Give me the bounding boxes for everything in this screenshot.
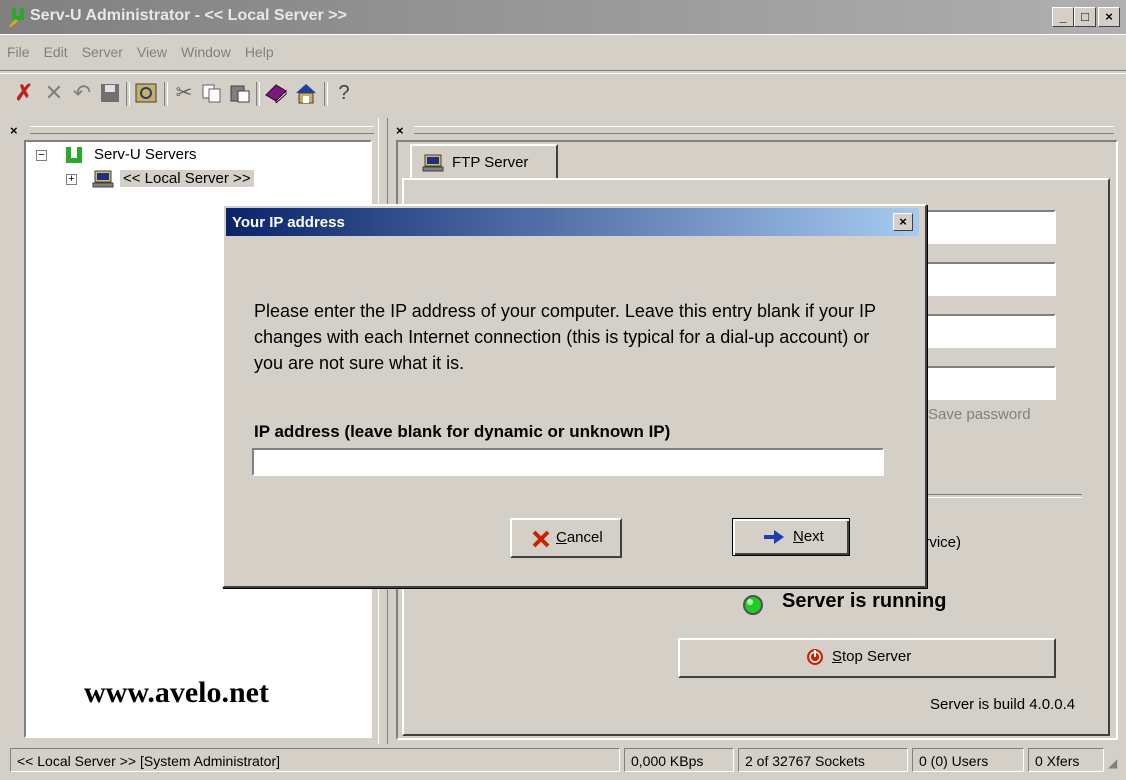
tree-collapse-toggle[interactable]: − [36,150,47,161]
menu-divider [0,70,1126,74]
ip-address-input[interactable] [252,448,884,476]
servu-logo-icon [66,147,82,163]
stop-server-icon [807,649,823,665]
copy-icon[interactable] [200,80,224,106]
window-title: Serv-U Administrator - << Local Server >… [30,7,347,24]
settings-field-2[interactable] [922,262,1056,296]
refresh-icon[interactable] [134,80,158,106]
divider [922,494,1082,498]
title-bar: Serv-U Administrator - << Local Server >… [0,0,1126,35]
status-context: << Local Server >> [System Administrator… [10,748,620,772]
tree-root-label[interactable]: Serv-U Servers [94,146,197,163]
menu-view[interactable]: View [130,44,174,60]
cancel-button[interactable]: Cancel [510,518,622,558]
maximize-button[interactable]: □ [1074,7,1096,27]
settings-field-3[interactable] [922,314,1056,348]
servu-app-icon [9,8,24,27]
dialog-close-button[interactable]: × [893,213,913,231]
save-icon[interactable] [98,80,122,106]
next-button[interactable]: Next [732,518,850,556]
right-pane-close-icon[interactable]: × [396,122,404,138]
menu-server[interactable]: Server [75,44,130,60]
right-pane-header [414,126,1114,134]
next-accel: N [793,528,804,545]
tab-ftp-server-label: FTP Server [452,154,529,171]
menu-bar: File Edit Server View Window Help [0,44,281,66]
local-server-icon [92,170,114,188]
server-status-text: Server is running [782,590,947,612]
tree-local-server-label[interactable]: << Local Server >> [120,170,254,187]
paste-icon[interactable] [228,80,252,106]
next-arrow-icon [764,530,784,544]
left-pane-close-icon[interactable]: × [10,122,18,138]
status-users: 0 (0) Users [912,748,1024,772]
stop-server-accel: S [832,648,843,665]
settings-field-1[interactable] [922,210,1056,244]
dialog-title-bar: Your IP address × [226,208,919,236]
ip-address-dialog: Your IP address × Please enter the IP ad… [222,204,927,588]
watermark-text: www.avelo.net [84,676,269,709]
cancel-label: ancel [566,529,603,546]
settings-field-4[interactable] [922,366,1056,400]
cut-icon[interactable]: ✂ [172,80,196,106]
help-icon[interactable]: ? [332,80,356,106]
book-icon[interactable] [264,80,288,106]
menu-edit[interactable]: Edit [37,44,75,60]
menu-help[interactable]: Help [238,44,281,60]
save-password-label[interactable]: Save password [928,406,1031,423]
stop-x-icon[interactable]: ✗ [12,80,36,106]
next-label: ext [803,528,824,545]
tree-expand-toggle[interactable]: + [66,174,77,185]
menu-file[interactable]: File [0,44,37,60]
server-running-led-icon [743,595,763,615]
delete-x-icon[interactable]: ✕ [42,80,66,106]
undo-icon[interactable]: ↶ [70,80,94,106]
dialog-title: Your IP address [232,214,345,231]
dialog-message: Please enter the IP address of your comp… [254,301,876,373]
stop-server-button[interactable]: Stop Server [678,638,1056,678]
stop-server-label: top Server [842,648,912,665]
toolbar-separator [256,82,260,106]
ip-address-label: IP address (leave blank for dynamic or u… [254,422,671,441]
resize-grip-icon[interactable]: ◢ [1108,756,1117,770]
close-button[interactable]: × [1098,7,1120,27]
toolbar-separator [324,82,328,106]
menu-window[interactable]: Window [174,44,238,60]
ftp-server-icon [422,154,444,172]
home-icon[interactable] [294,80,318,106]
tab-ftp-server[interactable]: FTP Server [410,144,558,180]
cancel-x-icon [532,530,550,548]
left-pane-header [30,126,374,134]
toolbar-separator [126,82,130,106]
status-xfers: 0 Xfers [1028,748,1104,772]
status-speed: 0,000 KBps [624,748,734,772]
minimize-button[interactable]: _ [1052,7,1074,27]
server-build-text: Server is build 4.0.0.4 [930,696,1076,713]
cancel-accel: C [556,529,567,546]
status-sockets: 2 of 32767 Sockets [738,748,908,772]
toolbar-separator [164,82,168,106]
